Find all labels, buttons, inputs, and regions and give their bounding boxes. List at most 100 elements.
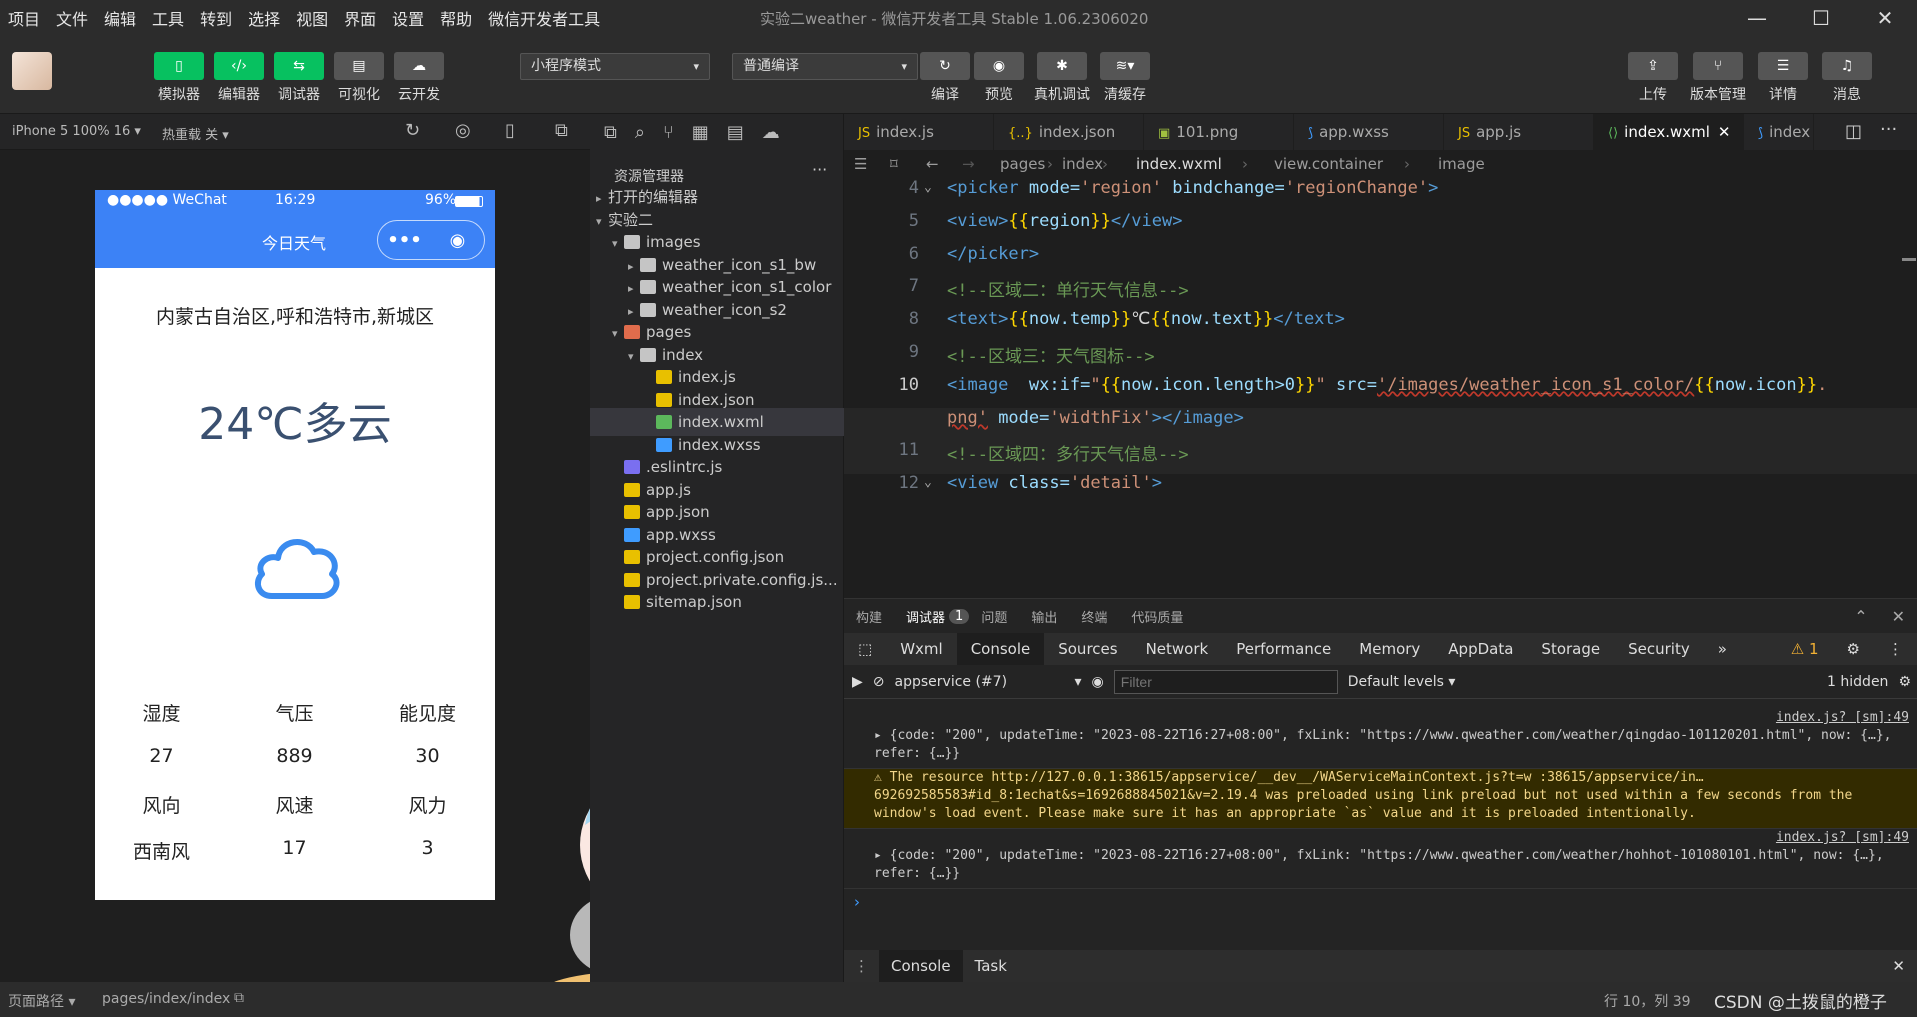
split-editor-icon[interactable]: ◫ xyxy=(1845,121,1862,142)
editor-tab[interactable]: JS app.js xyxy=(1444,114,1594,150)
devtools-tab[interactable]: Storage xyxy=(1527,633,1614,665)
breadcrumb-view[interactable]: view.container xyxy=(1274,150,1383,178)
cloud-dev-button[interactable]: ☁ 云开发 xyxy=(392,52,446,104)
compile-button[interactable]: ↻ 编译 xyxy=(918,52,972,104)
drawer-tab-task[interactable]: Task xyxy=(963,957,1019,975)
breadcrumb-pages[interactable]: pages xyxy=(1000,150,1045,178)
simulator-toggle[interactable]: ▯ 模拟器 xyxy=(152,52,206,104)
popout-icon[interactable]: ⧉ xyxy=(555,120,568,141)
breadcrumb-index[interactable]: index xyxy=(1062,150,1103,178)
tab-terminal[interactable]: 终端 xyxy=(1069,607,1119,626)
user-avatar[interactable] xyxy=(12,52,52,90)
devtools-tab[interactable]: Performance xyxy=(1222,633,1345,665)
menu-item[interactable]: 文件 xyxy=(48,6,96,30)
stop-icon[interactable]: ◎ xyxy=(455,120,471,141)
back-icon[interactable]: ← xyxy=(926,150,939,178)
editor-toggle[interactable]: ‹/› 编辑器 xyxy=(212,52,266,104)
bookmark-icon[interactable]: ⌑ xyxy=(890,150,898,178)
devtools-tab[interactable]: Sources xyxy=(1044,633,1131,665)
devtools-tab[interactable]: Wxml xyxy=(886,633,957,665)
scrollbar-thumb[interactable] xyxy=(1902,258,1916,261)
drawer-menu-icon[interactable]: ⋮ xyxy=(844,957,879,975)
menu-item[interactable]: 帮助 xyxy=(432,6,480,30)
context-select[interactable]: appservice (#7) xyxy=(895,674,1065,690)
sidebar-toggle-icon[interactable]: ▶ xyxy=(852,674,863,690)
refresh-icon[interactable]: ↻ xyxy=(405,120,420,141)
tab-output[interactable]: 输出 xyxy=(1019,607,1069,626)
fold-icon[interactable]: ⌄ xyxy=(924,475,932,490)
devtools-tab[interactable]: Memory xyxy=(1345,633,1434,665)
tab-code-quality[interactable]: 代码质量 xyxy=(1119,607,1195,626)
page-path-select[interactable]: 页面路径 ▾ xyxy=(8,991,75,1011)
debugger-toggle[interactable]: ⇆ 调试器 xyxy=(272,52,326,104)
extensions-icon[interactable]: ▦ xyxy=(692,122,709,143)
copy-icon[interactable]: ⧉ xyxy=(234,990,244,1006)
search-icon[interactable]: ⌕ xyxy=(635,122,645,143)
devtools-tab[interactable]: AppData xyxy=(1434,633,1527,665)
messages-button[interactable]: ♫ 消息 xyxy=(1820,52,1874,104)
forward-icon[interactable]: → xyxy=(962,150,975,178)
device-select[interactable]: iPhone 5 100% 16 ▾ xyxy=(12,124,141,139)
editor-more-icon[interactable]: ··· xyxy=(1880,119,1897,140)
fold-icon[interactable]: ⌄ xyxy=(924,180,932,195)
wechat-capsule[interactable]: ••• ◉ xyxy=(377,220,485,260)
tab-debugger[interactable]: 调试器 xyxy=(894,607,949,626)
close-button[interactable]: ✕ xyxy=(1853,0,1917,36)
filter-input[interactable] xyxy=(1113,669,1338,694)
devtools-tab[interactable]: Console xyxy=(956,633,1045,665)
menu-item[interactable]: 选择 xyxy=(240,6,288,30)
tab-problems[interactable]: 问题 xyxy=(969,607,1019,626)
devtools-settings-icon[interactable]: ⚙ xyxy=(1833,633,1874,665)
details-button[interactable]: ☰ 详情 xyxy=(1756,52,1810,104)
close-panel-icon[interactable]: ✕ xyxy=(1880,607,1917,626)
console-prompt[interactable]: › xyxy=(854,893,860,911)
menu-item[interactable]: 编辑 xyxy=(96,6,144,30)
preview-button[interactable]: ◉ 预览 xyxy=(972,52,1026,104)
minimize-button[interactable]: — xyxy=(1725,0,1789,36)
settings-icon[interactable]: ⚙ xyxy=(1898,674,1917,690)
phone-icon[interactable]: ▯ xyxy=(505,120,515,141)
menu-item[interactable]: 视图 xyxy=(288,6,336,30)
mode-select[interactable]: 小程序模式 xyxy=(520,53,710,80)
devtools-tab[interactable]: Network xyxy=(1132,633,1223,665)
drawer-tab-console[interactable]: Console xyxy=(879,950,963,982)
upload-button[interactable]: ⇪ 上传 xyxy=(1626,52,1680,104)
breadcrumb-image[interactable]: image xyxy=(1438,150,1485,178)
devtools-tab[interactable]: » xyxy=(1704,633,1741,665)
editor-tab[interactable]: ⟆ index xyxy=(1744,114,1814,150)
menu-item[interactable]: 设置 xyxy=(384,6,432,30)
close-tab-icon[interactable]: ✕ xyxy=(1718,123,1731,141)
compile-select[interactable]: 普通编译 xyxy=(732,53,918,80)
editor-tab[interactable]: JS index.js xyxy=(844,114,994,150)
menu-item[interactable]: 转到 xyxy=(192,6,240,30)
log-source-link[interactable]: index.js? [sm]:49 xyxy=(874,829,1909,847)
log-source-link[interactable]: index.js? [sm]:49 xyxy=(874,709,1909,727)
live-expression-icon[interactable]: ◉ xyxy=(1092,674,1104,690)
docker-icon[interactable]: ☁ xyxy=(762,122,780,143)
tab-build[interactable]: 构建 xyxy=(844,607,894,626)
devtools-tab[interactable]: Security xyxy=(1614,633,1704,665)
editor-tab[interactable]: {..} index.json xyxy=(994,114,1144,150)
source-control-icon[interactable]: ⑂ xyxy=(663,122,674,143)
menu-item[interactable]: 工具 xyxy=(144,6,192,30)
menu-item[interactable]: 微信开发者工具 xyxy=(480,6,608,30)
files-icon[interactable]: ⧉ xyxy=(604,122,617,143)
clear-cache-button[interactable]: ≋▾ 清缓存 xyxy=(1098,52,1152,104)
tree-item[interactable]: sitemap.json xyxy=(590,588,844,616)
editor-tab[interactable]: ⟆ app.wxss xyxy=(1294,114,1444,150)
warning-count[interactable]: ⚠ 1 xyxy=(1777,633,1833,665)
inspect-icon[interactable]: ⬚ xyxy=(844,633,886,665)
hot-reload-toggle[interactable]: 热重载 关 ▾ xyxy=(162,124,229,143)
remote-debug-button[interactable]: ✱ 真机调试 xyxy=(1034,52,1090,104)
collapse-panel-icon[interactable]: ⌃ xyxy=(1842,607,1879,626)
editor-tab[interactable]: ▣ 101.png xyxy=(1144,114,1294,150)
devtools-more-icon[interactable]: ⋮ xyxy=(1874,633,1917,665)
outline-icon[interactable]: ☰ xyxy=(854,150,867,178)
menu-item[interactable]: 项目 xyxy=(0,6,48,30)
close-miniprogram-icon[interactable]: ◉ xyxy=(431,230,484,251)
version-button[interactable]: ⑂ 版本管理 xyxy=(1690,52,1746,104)
region-picker[interactable]: 内蒙古自治区,呼和浩特市,新城区 xyxy=(95,302,495,329)
explorer-more-icon[interactable]: ··· xyxy=(812,160,827,179)
maximize-button[interactable]: ☐ xyxy=(1789,0,1853,36)
more-icon[interactable]: ••• xyxy=(378,230,431,251)
